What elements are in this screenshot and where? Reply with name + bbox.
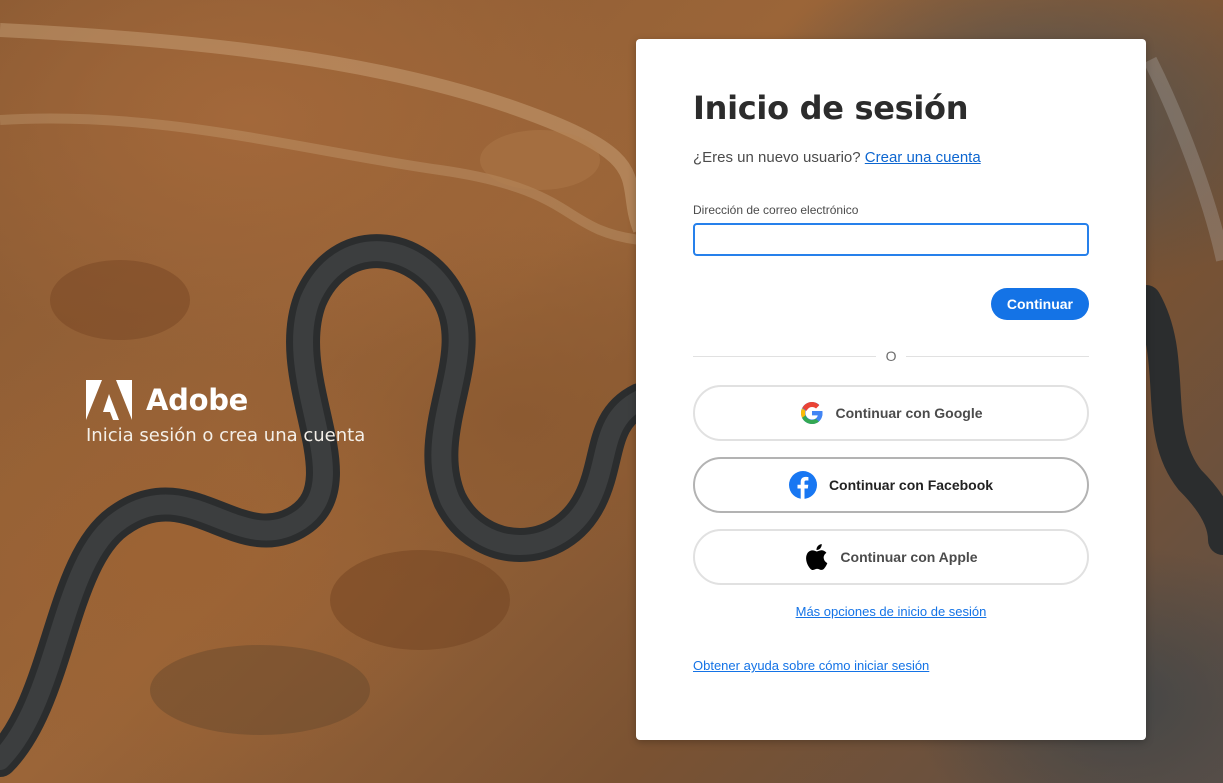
- more-options-link[interactable]: Más opciones de inicio de sesión: [796, 604, 987, 619]
- brand-name: Adobe: [146, 383, 249, 417]
- facebook-signin-label: Continuar con Facebook: [828, 477, 994, 493]
- google-signin-button[interactable]: Continuar con Google: [693, 385, 1089, 441]
- help-link[interactable]: Obtener ayuda sobre cómo iniciar sesión: [693, 658, 929, 673]
- divider-line-right: [906, 355, 1090, 357]
- apple-icon: [806, 544, 828, 571]
- more-options-row: Más opciones de inicio de sesión: [693, 604, 1089, 619]
- apple-signin-button[interactable]: Continuar con Apple: [693, 529, 1089, 585]
- google-signin-label: Continuar con Google: [835, 405, 983, 421]
- apple-signin-label: Continuar con Apple: [840, 549, 978, 565]
- divider-line-left: [693, 355, 876, 357]
- continue-row: Continuar: [693, 288, 1089, 320]
- new-user-prompt: ¿Eres un nuevo usuario? Crear una cuenta: [693, 149, 1089, 166]
- email-field[interactable]: [693, 223, 1089, 256]
- new-user-text: ¿Eres un nuevo usuario?: [693, 149, 861, 166]
- page-title: Inicio de sesión: [693, 89, 969, 127]
- google-icon: [800, 402, 822, 424]
- brand-area: Adobe Inicia sesión o crea una cuenta: [86, 380, 365, 446]
- divider-text: O: [885, 348, 897, 364]
- adobe-logo-icon: [86, 380, 132, 420]
- continue-button[interactable]: Continuar: [990, 288, 1089, 320]
- help-row: Obtener ayuda sobre cómo iniciar sesión: [693, 658, 1089, 673]
- brand-tagline: Inicia sesión o crea una cuenta: [86, 425, 366, 446]
- facebook-icon: [788, 471, 817, 499]
- or-divider: O: [693, 346, 1090, 366]
- create-account-link[interactable]: Crear una cuenta: [865, 149, 981, 166]
- signin-card: Inicio de sesión ¿Eres un nuevo usuario?…: [636, 39, 1146, 740]
- email-label: Dirección de correo electrónico: [693, 203, 859, 217]
- facebook-signin-button[interactable]: Continuar con Facebook: [693, 457, 1089, 513]
